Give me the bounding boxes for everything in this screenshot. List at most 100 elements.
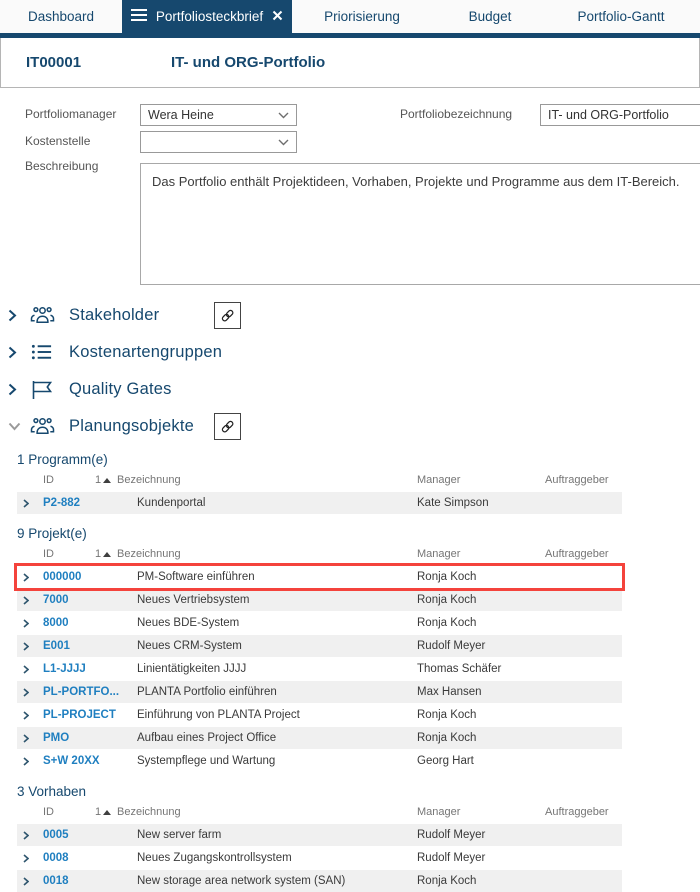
kostenstelle-select[interactable]: [140, 131, 297, 153]
column-header-bezeichnung[interactable]: Bezeichnung: [117, 806, 417, 818]
row-id-link[interactable]: PL-PORTFO...: [43, 686, 119, 698]
row-id-link[interactable]: PMO: [43, 732, 95, 744]
row-id-link[interactable]: P2-882: [43, 497, 95, 509]
row-manager: Rudolf Meyer: [417, 829, 486, 841]
column-header-bezeichnung[interactable]: Bezeichnung: [117, 474, 417, 486]
hamburger-menu-icon[interactable]: [130, 9, 147, 24]
tab-dashboard[interactable]: Dashboard: [0, 0, 122, 33]
sort-ascending-icon: [103, 809, 112, 815]
section-kostenartengruppen[interactable]: Kostenartengruppen: [8, 338, 700, 366]
expand-row-icon[interactable]: [17, 756, 43, 766]
table-row[interactable]: E001 Neues CRM-System Rudolf Meyer: [17, 635, 622, 657]
tab-priorisierung[interactable]: Priorisierung: [292, 0, 432, 33]
row-id-link[interactable]: 7000: [43, 594, 95, 606]
tab-label: Portfoliosteckbrief: [155, 9, 264, 24]
table-row[interactable]: PMO Aufbau eines Project Office Ronja Ko…: [17, 727, 622, 749]
row-id-link[interactable]: E001: [43, 640, 95, 652]
table-header: ID 1 Bezeichnung Manager Auftraggeber: [17, 805, 622, 819]
column-header-id[interactable]: ID: [43, 474, 95, 486]
row-manager: Kate Simpson: [417, 497, 489, 509]
portfolio-header-panel: IT00001 IT- und ORG-Portfolio: [0, 38, 700, 88]
row-id-link[interactable]: S+W 20XX: [43, 755, 100, 767]
column-header-manager[interactable]: Manager: [417, 474, 545, 486]
row-manager: Ronja Koch: [417, 732, 477, 744]
expand-row-icon[interactable]: [17, 618, 43, 628]
row-id-link[interactable]: 8000: [43, 617, 95, 629]
row-name: PM-Software einführen: [137, 571, 255, 583]
table-row[interactable]: PL-PROJECT Einführung von PLANTA Project…: [17, 704, 622, 726]
people-group-icon: [30, 415, 57, 437]
list-icon: [30, 342, 57, 362]
row-name: New storage area network system (SAN): [137, 875, 346, 887]
table-row[interactable]: 0005 New server farm Rudolf Meyer: [17, 824, 622, 846]
row-id-link[interactable]: 0018: [43, 875, 95, 887]
expand-row-icon[interactable]: [17, 641, 43, 651]
row-name: Neues Zugangskontrollsystem: [137, 852, 292, 864]
link-button[interactable]: [214, 301, 241, 329]
section-quality-gates[interactable]: Quality Gates: [8, 375, 700, 403]
expand-row-icon[interactable]: [17, 710, 43, 720]
section-stakeholder[interactable]: Stakeholder: [8, 301, 700, 329]
beschreibung-textarea[interactable]: Das Portfolio enthält Projektideen, Vorh…: [140, 163, 700, 285]
row-id-link[interactable]: 000000: [43, 571, 95, 583]
column-header-auftraggeber[interactable]: Auftraggeber: [545, 474, 622, 486]
sort-indicator[interactable]: 1: [95, 474, 117, 486]
table-row[interactable]: L1-JJJJ Linientätigkeiten JJJJ Thomas Sc…: [17, 658, 622, 680]
row-name: PLANTA Portfolio einführen: [137, 686, 277, 698]
close-tab-icon[interactable]: [272, 9, 283, 24]
column-header-bezeichnung[interactable]: Bezeichnung: [117, 548, 417, 560]
chevron-right-icon[interactable]: [8, 309, 24, 322]
column-header-auftraggeber[interactable]: Auftraggeber: [545, 806, 622, 818]
column-header-manager[interactable]: Manager: [417, 548, 545, 560]
table-header: ID 1 Bezeichnung Manager Auftraggeber: [17, 547, 622, 561]
tab-portfoliosteckbrief[interactable]: Portfoliosteckbrief: [122, 0, 292, 33]
column-header-id[interactable]: ID: [43, 548, 95, 560]
row-manager: Thomas Schäfer: [417, 663, 502, 675]
tab-portfolio-gantt[interactable]: Portfolio-Gantt: [548, 0, 694, 33]
portfoliomanager-value: Wera Heine: [148, 108, 214, 122]
group-projekte: 9 Projekt(e) ID 1 Bezeichnung Manager Au…: [17, 526, 622, 772]
row-manager: Rudolf Meyer: [417, 640, 486, 652]
table-row[interactable]: PL-PORTFO... PLANTA Portfolio einführen …: [17, 681, 622, 703]
expand-row-icon[interactable]: [17, 595, 43, 605]
row-id-link[interactable]: 0008: [43, 852, 95, 864]
expand-row-icon[interactable]: [17, 498, 43, 508]
row-name: Aufbau eines Project Office: [137, 732, 277, 744]
column-header-manager[interactable]: Manager: [417, 806, 545, 818]
expand-row-icon[interactable]: [17, 687, 43, 697]
table-row[interactable]: 0008 Neues Zugangskontrollsystem Rudolf …: [17, 847, 622, 869]
section-planungsobjekte[interactable]: Planungsobjekte: [8, 412, 700, 440]
row-name: New server farm: [137, 829, 222, 841]
row-manager: Max Hansen: [417, 686, 482, 698]
expand-row-icon[interactable]: [17, 664, 43, 674]
portfoliobezeichnung-input[interactable]: [540, 104, 700, 126]
chevron-down-icon: [278, 108, 289, 122]
chevron-down-icon[interactable]: [8, 422, 24, 431]
sort-indicator[interactable]: 1: [95, 806, 117, 818]
sort-indicator[interactable]: 1: [95, 548, 117, 560]
expand-row-icon[interactable]: [17, 853, 43, 863]
table-row[interactable]: 8000 Neues BDE-System Ronja Koch: [17, 612, 622, 634]
table-row[interactable]: 0018 New storage area network system (SA…: [17, 870, 622, 892]
portfoliomanager-select[interactable]: Wera Heine: [140, 104, 297, 126]
column-header-id[interactable]: ID: [43, 806, 95, 818]
row-id-link[interactable]: PL-PROJECT: [43, 709, 116, 721]
column-header-auftraggeber[interactable]: Auftraggeber: [545, 548, 622, 560]
link-button[interactable]: [214, 412, 241, 440]
chevron-right-icon[interactable]: [8, 383, 24, 396]
row-manager: Ronja Koch: [417, 709, 477, 721]
expand-row-icon[interactable]: [17, 733, 43, 743]
chevron-right-icon[interactable]: [8, 346, 24, 359]
expand-row-icon[interactable]: [17, 876, 43, 886]
expand-row-icon[interactable]: [17, 830, 43, 840]
table-row[interactable]: P2-882 Kundenportal Kate Simpson: [17, 492, 622, 514]
row-id-link[interactable]: 0005: [43, 829, 95, 841]
tab-budget[interactable]: Budget: [432, 0, 548, 33]
table-row-highlighted[interactable]: 000000 PM-Software einführen Ronja Koch: [17, 566, 622, 588]
table-row[interactable]: 7000 Neues Vertriebsystem Ronja Koch: [17, 589, 622, 611]
expand-row-icon[interactable]: [17, 572, 43, 582]
row-manager: Ronja Koch: [417, 617, 477, 629]
table-row[interactable]: S+W 20XX Systempflege und Wartung Georg …: [17, 750, 622, 772]
row-id-link[interactable]: L1-JJJJ: [43, 663, 95, 675]
row-manager: Ronja Koch: [417, 594, 477, 606]
